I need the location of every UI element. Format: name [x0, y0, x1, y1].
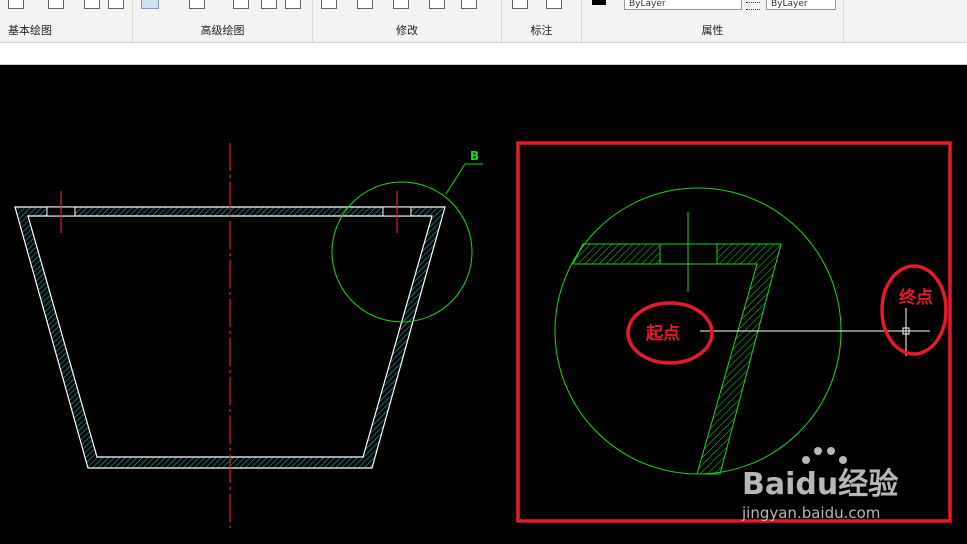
line-tool-icon[interactable]	[8, 0, 24, 9]
start-point-label: 起点	[645, 323, 680, 344]
detail-label: B	[470, 149, 479, 163]
paw-toe-4	[839, 456, 847, 464]
panel-basic-draw: 基本绘图	[0, 0, 133, 42]
mirror-tool-icon[interactable]	[461, 0, 477, 9]
panel-dimension: 标注	[502, 0, 582, 42]
panel-properties: ByLayer ByLayer 属性	[582, 0, 844, 42]
ribbon-gap	[0, 43, 967, 65]
block-tool-icon[interactable]	[233, 0, 249, 9]
panel-label-basic-draw: 基本绘图	[8, 24, 52, 37]
hatch-tool-icon[interactable]	[141, 0, 159, 9]
rotate-tool-icon[interactable]	[357, 0, 373, 9]
trim-tool-icon[interactable]	[393, 0, 409, 9]
panel-label-advanced-draw: 高级绘图	[200, 24, 245, 37]
drawing-canvas[interactable]: B 起点 终点 Baidu经验 jingyan.baidu.com	[0, 65, 967, 544]
panel-label-modify: 修改	[396, 24, 418, 37]
watermark-url: jingyan.baidu.com	[741, 504, 880, 522]
move-tool-icon[interactable]	[321, 0, 337, 9]
ribbon: 基本绘图 高级绘图 修改 标注 ByLayer ByLayer 属性	[0, 0, 967, 43]
color-swatch-icon[interactable]	[592, 0, 606, 5]
rectangle-tool-icon[interactable]	[84, 0, 100, 9]
panel-advanced-draw: 高级绘图	[133, 0, 313, 42]
paw-toe-1	[802, 456, 810, 464]
circle-tool-icon[interactable]	[108, 0, 124, 9]
panel-modify: 修改	[313, 0, 502, 42]
lineweight-icon	[746, 2, 760, 10]
watermark-brand: Baidu经验	[742, 467, 898, 502]
paw-toe-2	[814, 447, 822, 455]
linetype-select[interactable]: ByLayer	[624, 0, 742, 10]
region-tool-icon[interactable]	[285, 0, 301, 9]
dimension-tool-icon[interactable]	[512, 0, 528, 9]
end-point-label: 终点	[899, 287, 933, 308]
leader-tool-icon[interactable]	[546, 0, 562, 9]
copy-tool-icon[interactable]	[429, 0, 445, 9]
lineweight-select[interactable]: ByLayer	[766, 0, 836, 10]
panel-label-dimension: 标注	[530, 24, 553, 37]
panel-label-properties: 属性	[701, 24, 724, 37]
polyline-tool-icon[interactable]	[48, 0, 64, 9]
spline-tool-icon[interactable]	[189, 0, 205, 9]
table-tool-icon[interactable]	[261, 0, 277, 9]
paw-toe-3	[827, 447, 835, 455]
